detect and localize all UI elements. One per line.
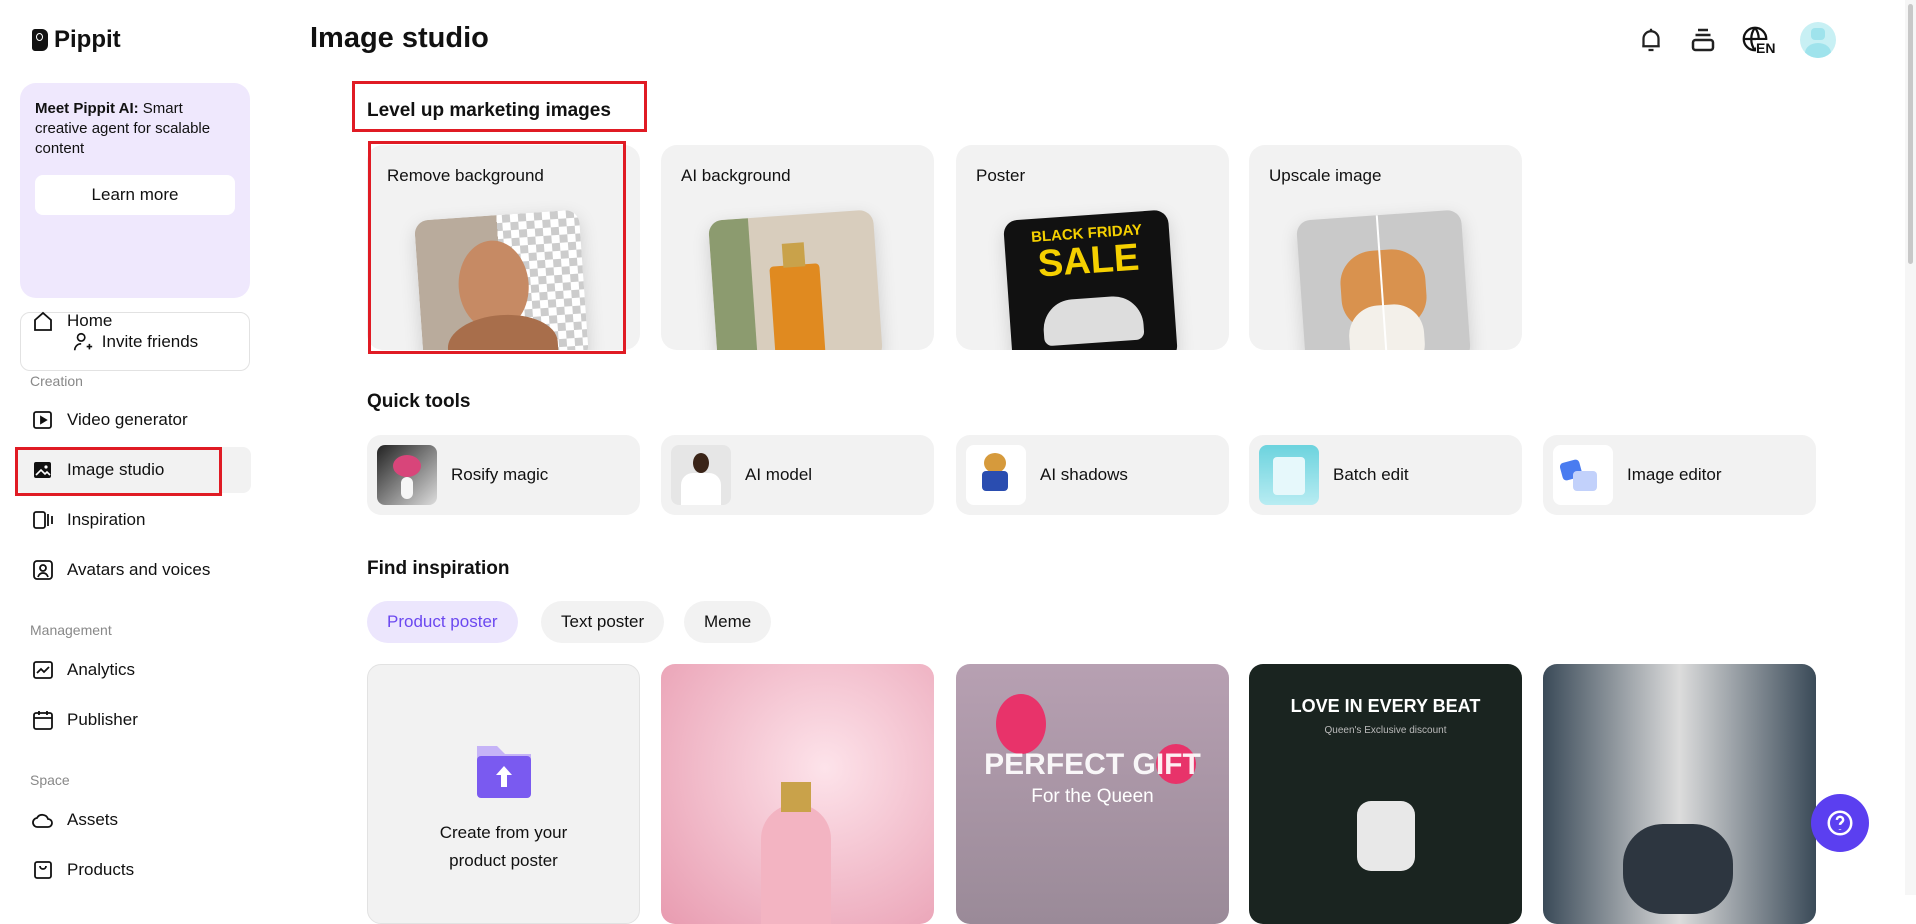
remove-background-card[interactable]: Remove background bbox=[367, 145, 640, 350]
ai-background-card[interactable]: AI background bbox=[661, 145, 934, 350]
tool-ai-model[interactable]: AI model bbox=[661, 435, 934, 515]
poster-perfume[interactable] bbox=[661, 664, 934, 924]
inspiration-icon bbox=[33, 511, 53, 529]
page-title: Image studio bbox=[310, 22, 489, 54]
promo-card: Meet Pippit AI: Smart creative agent for… bbox=[20, 83, 250, 298]
section-label-management: Management bbox=[30, 622, 112, 638]
perfume-image bbox=[707, 209, 884, 350]
pippit-logo[interactable]: Pippit bbox=[32, 26, 121, 54]
ai-model-thumbnail bbox=[671, 445, 731, 505]
quick-tools-heading: Quick tools bbox=[367, 391, 471, 412]
ai-shadows-thumbnail bbox=[966, 445, 1026, 505]
sidebar-item-analytics[interactable]: Analytics bbox=[15, 647, 251, 693]
scrollbar[interactable] bbox=[1905, 0, 1916, 895]
chip-text-poster[interactable]: Text poster bbox=[541, 601, 665, 643]
promo-title: Meet Pippit AI: bbox=[35, 100, 139, 117]
sidebar-item-products[interactable]: Products bbox=[15, 847, 251, 893]
tool-image-editor[interactable]: Image editor bbox=[1543, 435, 1816, 515]
sidebar-item-image-studio[interactable]: Image studio bbox=[15, 447, 251, 493]
poster-perfect-gift[interactable]: PERFECT GIFT For the Queen bbox=[956, 664, 1229, 924]
chip-meme[interactable]: Meme bbox=[684, 601, 772, 643]
help-button[interactable] bbox=[1811, 794, 1869, 852]
avatar-icon bbox=[33, 560, 53, 580]
sidebar-item-video-generator[interactable]: Video generator bbox=[15, 397, 251, 443]
home-icon bbox=[34, 311, 52, 331]
calendar-icon bbox=[33, 711, 53, 730]
sidebar-item-assets[interactable]: Assets bbox=[15, 797, 251, 843]
cloud-icon bbox=[32, 813, 53, 828]
batch-edit-thumbnail bbox=[1259, 445, 1319, 505]
sidebar-item-avatars-and-voices[interactable]: Avatars and voices bbox=[15, 547, 251, 593]
find-inspiration-heading: Find inspiration bbox=[367, 558, 510, 579]
section-label-space: Space bbox=[30, 772, 70, 788]
section-label-creation: Creation bbox=[30, 373, 83, 389]
chip-product-poster[interactable]: Product poster bbox=[367, 601, 518, 643]
tool-rosify-magic[interactable]: Rosify magic bbox=[367, 435, 640, 515]
subscription-icon[interactable] bbox=[1688, 25, 1718, 55]
product-box-icon bbox=[34, 861, 52, 879]
tool-batch-edit[interactable]: Batch edit bbox=[1249, 435, 1522, 515]
video-plus-icon bbox=[33, 411, 52, 429]
create-from-product-poster-card[interactable]: Create from your product poster bbox=[367, 664, 640, 924]
dog-image bbox=[1295, 209, 1472, 350]
sale-poster-image: BLACK FRIDAY SALE bbox=[1002, 209, 1179, 350]
featured-heading: Level up marketing images bbox=[367, 100, 611, 121]
user-avatar[interactable] bbox=[1800, 22, 1836, 58]
tool-ai-shadows[interactable]: AI shadows bbox=[956, 435, 1229, 515]
sidebar-item-publisher[interactable]: Publisher bbox=[15, 697, 251, 743]
language-button[interactable]: EN bbox=[1740, 24, 1778, 56]
portrait-image bbox=[413, 209, 590, 350]
image-editor-thumbnail bbox=[1553, 445, 1613, 505]
learn-more-button[interactable]: Learn more bbox=[35, 175, 235, 215]
scrollbar-thumb[interactable] bbox=[1908, 4, 1913, 264]
poster-card[interactable]: Poster BLACK FRIDAY SALE bbox=[956, 145, 1229, 350]
sidebar-item-home[interactable]: Home bbox=[15, 298, 251, 344]
help-icon bbox=[1827, 810, 1853, 836]
poster-earbuds[interactable] bbox=[1543, 664, 1816, 924]
analytics-icon bbox=[33, 661, 53, 679]
logo-icon bbox=[32, 29, 48, 51]
upscale-image-card[interactable]: Upscale image bbox=[1249, 145, 1522, 350]
bell-icon[interactable] bbox=[1636, 25, 1666, 55]
rosify-thumbnail bbox=[377, 445, 437, 505]
upload-folder-icon bbox=[476, 746, 531, 798]
image-icon bbox=[34, 462, 51, 478]
header-actions: EN bbox=[1636, 22, 1836, 58]
sidebar-item-inspiration[interactable]: Inspiration bbox=[15, 497, 251, 543]
poster-love-in-every-beat[interactable]: LOVE IN EVERY BEAT Queen's Exclusive disc… bbox=[1249, 664, 1522, 924]
